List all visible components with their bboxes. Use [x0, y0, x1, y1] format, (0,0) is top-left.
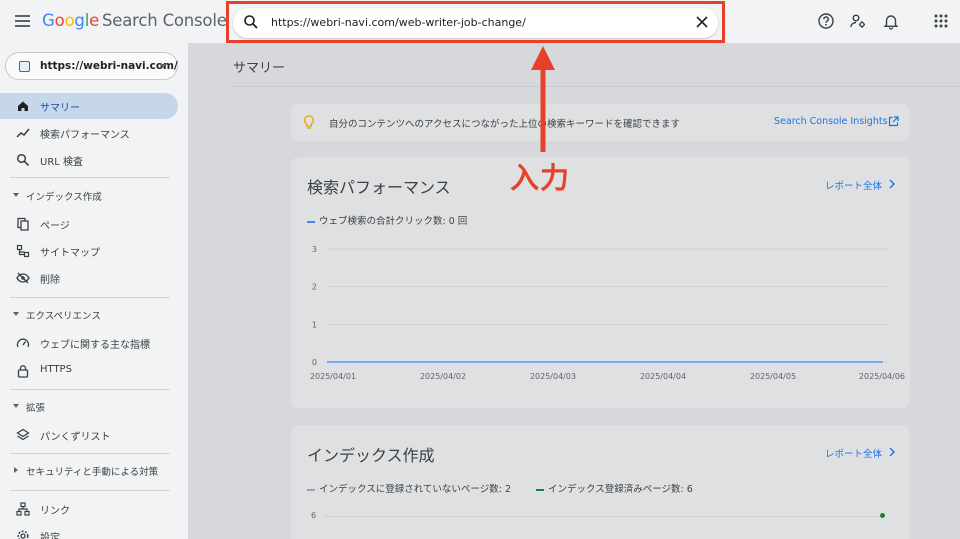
y-tick-label: 3: [312, 245, 317, 254]
menu-icon[interactable]: [15, 15, 30, 27]
settings-icon: [17, 530, 29, 539]
insights-card: 自分のコンテンツへのアクセスにつながった上位の検索キーワードを確認できます Se…: [291, 104, 910, 141]
search-input[interactable]: https://webri-navi.com/web-writer-job-ch…: [271, 16, 526, 29]
sidebar: https://webri-navi.com/ サマリー 検索パフォーマンス U…: [0, 43, 188, 539]
property-icon: [19, 61, 30, 72]
home-icon: [18, 101, 28, 111]
sidebar-item-removals[interactable]: 削除: [0, 265, 178, 291]
y-tick-label: 2: [312, 283, 317, 292]
sidebar-item-sitemaps[interactable]: サイトマップ: [0, 238, 178, 264]
sidebar-item-pages[interactable]: ページ: [0, 211, 178, 237]
indexing-full-report-link[interactable]: レポート全体: [825, 446, 882, 460]
y-tick-label: 6: [311, 511, 317, 520]
sidebar-item-https[interactable]: HTTPS: [0, 358, 178, 384]
property-label: https://webri-navi.com/: [40, 60, 178, 72]
x-tick-label: 2025/04/03: [530, 372, 576, 381]
legend-swatch: [307, 488, 315, 491]
divider: [10, 177, 170, 178]
sitemap-icon: [16, 244, 30, 258]
links-icon: [16, 502, 30, 516]
legend-swatch: [307, 220, 315, 223]
product-name: Search Console: [102, 11, 227, 30]
chevron-right-icon[interactable]: [888, 179, 896, 189]
chevron-down-icon: [159, 64, 167, 68]
top-app-bar: Google Search Console https://webri-navi.…: [0, 0, 960, 43]
pages-icon: [17, 217, 29, 231]
search-icon: [16, 153, 30, 167]
y-tick-label: 1: [312, 320, 317, 329]
x-tick-label: 2025/04/01: [310, 372, 356, 381]
chart-legend-indexed[interactable]: インデックス登録済みページ数: 6: [536, 481, 693, 495]
section-indexing[interactable]: インデックス作成: [0, 184, 178, 208]
divider: [10, 389, 170, 390]
legend-swatch: [536, 488, 544, 491]
help-icon[interactable]: [817, 12, 835, 30]
x-tick-label: 2025/04/06: [859, 372, 905, 381]
caret-down-icon: [13, 312, 19, 316]
performance-chart: 0 1 2 3 2025/04/01 2025/04/02 2025/04/03 2025/0…: [310, 245, 905, 381]
performance-card: 検索パフォーマンス レポート全体 ウェブ検索の合計クリック数: 0 回 0 1 2 3…: [291, 157, 910, 408]
caret-right-icon: [14, 467, 18, 473]
performance-full-report-link[interactable]: レポート全体: [825, 178, 882, 192]
insights-text: 自分のコンテンツへのアクセスにつながった上位の検索キーワードを確認できます: [329, 119, 681, 130]
annotation-arrow: [531, 46, 555, 152]
divider: [230, 86, 960, 87]
apps-icon[interactable]: [932, 12, 950, 30]
lightbulb-icon: [304, 115, 314, 129]
caret-down-icon: [13, 404, 19, 408]
legend-label: ウェブ検索の合計クリック数: 0 回: [319, 216, 468, 227]
sidebar-item-performance[interactable]: 検索パフォーマンス: [0, 120, 178, 146]
trending-icon: [16, 128, 30, 138]
divider: [10, 297, 170, 298]
legend-label: インデックスに登録されていないページ数: 2: [319, 484, 512, 495]
performance-title: 検索パフォーマンス: [307, 178, 451, 197]
sidebar-item-url-inspection[interactable]: URL 検査: [0, 147, 178, 173]
chart-legend-clicks[interactable]: ウェブ検索の合計クリック数: 0 回: [307, 213, 467, 227]
sidebar-item-summary[interactable]: サマリー: [0, 93, 178, 119]
section-experience[interactable]: エクスペリエンス: [0, 303, 178, 327]
legend-label: インデックス登録済みページ数: 6: [548, 484, 693, 495]
divider: [10, 453, 170, 454]
data-point: [880, 513, 885, 518]
gridline: [323, 516, 883, 517]
layers-icon: [16, 428, 30, 441]
app-logo[interactable]: Google Search Console: [42, 11, 227, 30]
manage-users-icon[interactable]: [849, 12, 867, 30]
x-tick-label: 2025/04/04: [640, 372, 686, 381]
annotation-label: 入力: [510, 161, 571, 195]
divider: [10, 490, 170, 491]
y-tick-label: 0: [312, 358, 317, 367]
search-console-insights-link[interactable]: Search Console Insights: [774, 116, 888, 127]
page-title: サマリー: [233, 61, 286, 76]
open-in-new-icon[interactable]: [888, 116, 899, 127]
close-icon[interactable]: [696, 16, 708, 28]
url-inspection-search-box[interactable]: https://webri-navi.com/web-writer-job-ch…: [233, 8, 718, 38]
removal-icon: [16, 272, 30, 284]
caret-down-icon: [13, 193, 19, 197]
sidebar-item-core-web-vitals[interactable]: ウェブに関する主な指標: [0, 330, 178, 356]
sidebar-item-settings[interactable]: 設定: [0, 523, 178, 539]
notifications-icon[interactable]: [882, 12, 900, 30]
indexing-card: インデックス作成 レポート全体 インデックスに登録されていないページ数: 2 イ…: [291, 425, 910, 539]
section-enhancements[interactable]: 拡張: [0, 395, 178, 419]
x-tick-label: 2025/04/02: [420, 372, 466, 381]
lock-icon: [17, 365, 29, 378]
sidebar-item-breadcrumbs[interactable]: パンくずリスト: [0, 422, 178, 448]
sidebar-item-links[interactable]: リンク: [0, 496, 178, 522]
chevron-right-icon[interactable]: [888, 447, 896, 457]
gauge-icon: [16, 338, 30, 348]
indexing-title: インデックス作成: [307, 446, 435, 465]
property-selector[interactable]: https://webri-navi.com/: [5, 52, 178, 80]
x-tick-label: 2025/04/05: [750, 372, 796, 381]
section-security[interactable]: セキュリティと手動による対策: [0, 459, 178, 483]
chart-legend-not-indexed[interactable]: インデックスに登録されていないページ数: 2: [307, 481, 511, 495]
search-icon[interactable]: [243, 14, 259, 30]
annotation-highlight-box: https://webri-navi.com/web-writer-job-ch…: [226, 1, 725, 43]
